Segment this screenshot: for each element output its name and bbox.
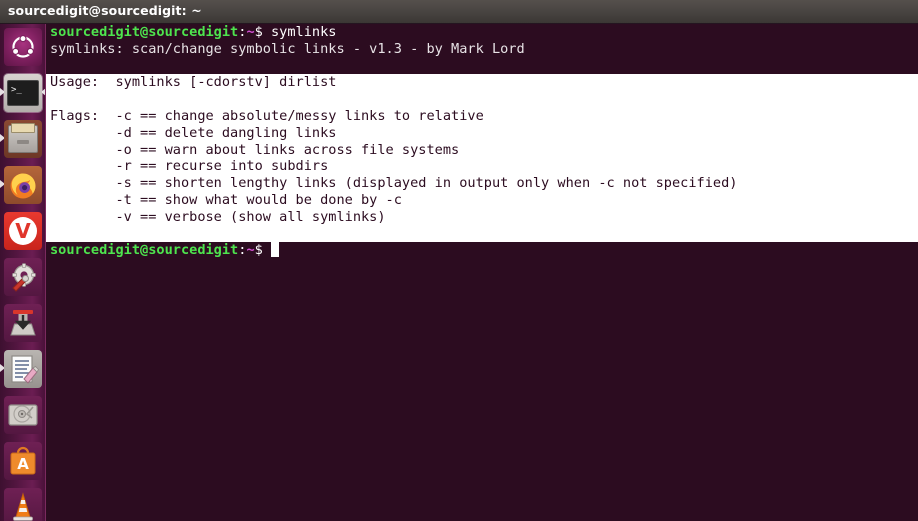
terminal-output-line: -r == recurse into subdirs: [46, 158, 918, 176]
launcher-item-ubuntu-software[interactable]: A: [0, 438, 45, 484]
terminal-output-line: -s == shorten lengthy links (displayed i…: [46, 175, 918, 192]
prompt-sigil: $: [254, 242, 271, 259]
vivaldi-icon: V: [4, 212, 42, 250]
svg-text:A: A: [17, 455, 29, 473]
terminal-output-line: -d == delete dangling links: [46, 124, 918, 142]
prompt-sigil: $: [254, 24, 271, 40]
terminal-prompt-line: sourcedigit@sourcedigit:~$: [46, 242, 918, 259]
window-title: sourcedigit@sourcedigit: ~: [8, 3, 202, 18]
text-editor-icon: [4, 350, 42, 388]
desktop-screen: sourcedigit@sourcedigit: ~ >_ V A source…: [0, 0, 918, 521]
launcher-item-ubuntu-dash[interactable]: [0, 24, 45, 70]
file-cabinet-icon: [4, 120, 42, 158]
terminal-output-line: symlinks: scan/change symbolic links - v…: [50, 40, 525, 57]
terminal-output-line: Flags: -c == change absolute/messy links…: [46, 107, 918, 125]
launcher-item-system-settings[interactable]: [0, 254, 45, 300]
prompt-user-host: sourcedigit@sourcedigit: [50, 242, 239, 259]
launcher-item-text-editor[interactable]: [0, 346, 45, 392]
terminal-output-line: -v == verbose (show all symlinks): [46, 208, 918, 226]
prompt-user-host: sourcedigit@sourcedigit: [50, 24, 239, 40]
window-titlebar[interactable]: sourcedigit@sourcedigit: ~: [0, 0, 918, 24]
download-update-icon: [4, 304, 42, 342]
hard-disk-icon: [4, 396, 42, 434]
terminal-prompt-line: sourcedigit@sourcedigit:~$ symlinks: [46, 24, 918, 41]
firefox-icon: [4, 166, 42, 204]
prompt-path: ~: [246, 24, 255, 40]
launcher-item-vivaldi[interactable]: V: [0, 208, 45, 254]
prompt-path: ~: [246, 242, 255, 259]
unity-launcher[interactable]: >_ V A: [0, 24, 46, 521]
gear-wrench-icon: [4, 258, 42, 296]
terminal-output-line: -t == show what would be done by -c: [46, 191, 918, 209]
vlc-cone-icon: [4, 488, 42, 521]
software-center-bag-icon: A: [4, 442, 42, 480]
launcher-item-disks[interactable]: [0, 392, 45, 438]
ubuntu-logo-icon: [4, 28, 42, 66]
terminal-output-line: [46, 225, 918, 243]
launcher-item-vlc[interactable]: [0, 484, 45, 521]
launcher-item-firefox[interactable]: [0, 162, 45, 208]
terminal-command: symlinks: [271, 24, 337, 40]
terminal-window[interactable]: sourcedigit@sourcedigit:~$ symlinks symli…: [46, 24, 918, 521]
launcher-item-terminal[interactable]: >_: [0, 70, 45, 116]
terminal-icon: >_: [4, 74, 42, 112]
launcher-item-software-updater[interactable]: [0, 300, 45, 346]
launcher-item-files[interactable]: [0, 116, 45, 162]
terminal-output-line: -o == warn about links across file syste…: [46, 141, 918, 159]
terminal-output-line: Usage: symlinks [-cdorstv] dirlist: [46, 74, 918, 92]
terminal-cursor[interactable]: [271, 242, 280, 258]
terminal-output-line: [46, 91, 918, 108]
terminal-output: sourcedigit@sourcedigit:~$ symlinks symli…: [46, 24, 918, 259]
